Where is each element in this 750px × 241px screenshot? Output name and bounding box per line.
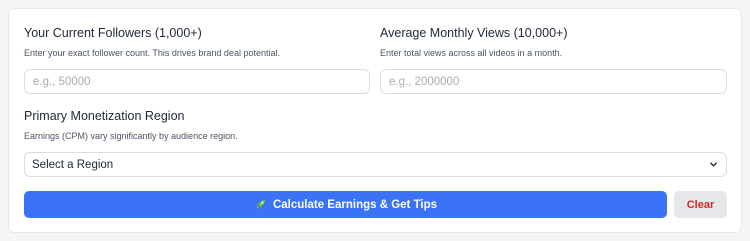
- region-select-value: Select a Region: [32, 158, 114, 171]
- chevron-down-icon: [708, 160, 718, 170]
- views-input[interactable]: [380, 69, 727, 94]
- calculate-earnings-button[interactable]: Calculate Earnings & Get Tips: [24, 191, 667, 218]
- region-select[interactable]: Select a Region: [24, 152, 727, 177]
- calculator-card: Your Current Followers (1,000+) Enter yo…: [8, 8, 742, 233]
- views-label: Average Monthly Views (10,000+): [380, 26, 568, 40]
- followers-label: Your Current Followers (1,000+): [24, 26, 202, 40]
- views-help-text: Enter total views across all videos in a…: [380, 48, 563, 58]
- region-help-text: Earnings (CPM) vary significantly by aud…: [24, 131, 238, 141]
- rocket-icon: [254, 198, 267, 211]
- followers-input[interactable]: [24, 69, 370, 94]
- region-label: Primary Monetization Region: [24, 109, 185, 123]
- followers-help-text: Enter your exact follower count. This dr…: [24, 48, 280, 58]
- calculate-earnings-label: Calculate Earnings & Get Tips: [272, 198, 438, 211]
- clear-button[interactable]: Clear: [674, 191, 727, 218]
